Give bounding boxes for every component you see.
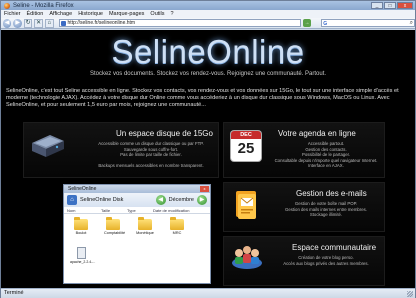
folder-label: Boulot	[75, 231, 87, 235]
panel-disk-title: Un espace disque de 15Go	[116, 129, 213, 138]
home-button[interactable]: ⌂	[44, 18, 54, 28]
menu-affichage[interactable]: Affichage	[49, 11, 72, 17]
browser-window: Seline - Mozilla Firefox _ □ x Fichier É…	[0, 0, 416, 298]
menu-bar: Fichier Édition Affichage Historique Mar…	[1, 10, 415, 18]
resize-grip-icon[interactable]	[407, 291, 413, 297]
folder-item[interactable]: Monétique	[136, 217, 154, 235]
window-title: Seline - Mozilla Firefox	[13, 2, 74, 9]
explorer-file-area: Boulot Comptabilité Monétique MRC apache…	[64, 214, 210, 283]
status-bar: Terminé	[1, 288, 415, 298]
stop-button[interactable]: ✕	[34, 18, 43, 28]
page-content: SelineOnline Stockez vos documents. Stoc…	[1, 30, 415, 288]
explorer-column-headers: Nom Taille Type Date de modification	[64, 207, 210, 214]
title-bar[interactable]: Seline - Mozilla Firefox _ □ x	[1, 1, 415, 10]
explorer-nav: ⌂ SelineOnline Disk ◀ Décembre ▶	[64, 193, 210, 207]
explorer-title-bar: SelineOnline x	[64, 185, 210, 193]
explorer-location: SelineOnline Disk	[80, 197, 124, 203]
status-text: Terminé	[4, 290, 24, 296]
maximize-button[interactable]: □	[384, 2, 396, 9]
window-controls: _ □ x	[371, 2, 413, 9]
explorer-window: SelineOnline x ⌂ SelineOnline Disk ◀ Déc…	[63, 184, 211, 284]
file-icon	[76, 247, 86, 259]
folder-label: Comptabilité	[104, 231, 126, 235]
next-month-button[interactable]: ▶	[197, 195, 207, 205]
file-item[interactable]: apache_2.2.4-...	[70, 247, 96, 264]
panel-disk: Un espace disque de 15Go Accessible comm…	[23, 122, 219, 178]
panel-disk-line: Accessible comme un disque dur classique…	[98, 141, 204, 146]
search-input[interactable]: G ⌕	[321, 19, 415, 27]
panel-community-desc: Création de votre blog perso. Accès aux …	[268, 255, 384, 266]
menu-fichier[interactable]: Fichier	[4, 11, 21, 17]
calendar-day: 25	[237, 140, 255, 157]
folder-icon	[74, 217, 88, 230]
menu-historique[interactable]: Historique	[78, 11, 103, 17]
community-icon	[232, 246, 262, 269]
url-text: http://seline.fr/selineonline.htm	[67, 20, 136, 26]
panel-agenda-desc: Accessible partout. Gestion des contacts…	[268, 141, 384, 169]
home-icon[interactable]: ⌂	[67, 195, 77, 205]
minimize-button[interactable]: _	[371, 2, 383, 9]
go-button[interactable]: →	[302, 19, 312, 27]
panel-agenda: DEC 25 Votre agenda en ligne Accessible …	[223, 122, 385, 178]
folder-label: Monétique	[136, 231, 154, 235]
menu-marque-pages[interactable]: Marque-pages	[109, 11, 144, 17]
menu-help[interactable]: ?	[170, 11, 173, 17]
panel-mail: Gestion des e-mails Gestion de votre boî…	[223, 182, 385, 232]
google-icon: G	[323, 21, 328, 27]
folder-item[interactable]: Boulot	[72, 217, 90, 235]
panel-disk-line: Backups mensuels accessibles en nombre t…	[98, 162, 204, 168]
panel-disk-desc: Accessible comme un disque dur classique…	[84, 141, 218, 168]
brand-title: SelineOnline	[111, 33, 305, 70]
panel-mail-title: Gestion des e-mails	[296, 189, 367, 198]
hard-drive-icon	[32, 135, 64, 157]
col-name[interactable]: Nom	[64, 207, 98, 213]
explorer-month: Décembre	[168, 197, 194, 203]
panel-agenda-title: Votre agenda en ligne	[278, 129, 356, 138]
file-label: apache_2.2.4-...	[70, 260, 96, 264]
firefox-logo-icon	[4, 2, 10, 9]
folder-icon	[170, 217, 184, 230]
explorer-close-button[interactable]: x	[200, 186, 209, 192]
folder-item[interactable]: MRC	[168, 217, 186, 235]
panel-community-title: Espace communautaire	[292, 243, 377, 252]
col-size[interactable]: Taille	[98, 207, 124, 213]
back-button[interactable]: ◀	[3, 18, 12, 28]
close-button[interactable]: x	[397, 2, 413, 9]
panel-agenda-line: Interface en AJAX.	[308, 163, 344, 169]
tagline: Stockez vos documents. Stockez vos rende…	[89, 71, 327, 77]
panel-community-line: Accès aux blogs privés des autres membre…	[283, 260, 369, 266]
navigation-toolbar: ◀ ▶ ↻ ✕ ⌂ http://seline.fr/selineonline.…	[1, 18, 415, 29]
intro-paragraph: SelineOnline, c'est tout Seline accessib…	[6, 88, 399, 108]
search-icon[interactable]: ⌕	[410, 20, 413, 27]
prev-month-button[interactable]: ◀	[155, 195, 166, 205]
menu-edition[interactable]: Édition	[27, 11, 44, 17]
folder-label: MRC	[172, 231, 182, 235]
calendar-month: DEC	[231, 131, 261, 139]
mail-folder-icon	[236, 191, 256, 219]
col-date[interactable]: Date de modification	[150, 207, 208, 213]
col-type[interactable]: Type	[124, 207, 150, 213]
panel-mail-desc: Gestion de votre boîte mail POP. Gestion…	[268, 201, 384, 218]
menu-outils[interactable]: Outils	[150, 11, 164, 17]
panel-community: Espace communautaire Création de votre b…	[223, 236, 385, 286]
folder-item[interactable]: Comptabilité	[104, 217, 126, 235]
explorer-title: SelineOnline	[68, 186, 97, 192]
favicon-icon	[60, 21, 66, 26]
calendar-icon: DEC 25	[231, 131, 261, 161]
reload-button[interactable]: ↻	[23, 18, 33, 28]
forward-button[interactable]: ▶	[13, 18, 22, 28]
folder-icon	[106, 217, 120, 230]
folder-icon	[138, 217, 152, 230]
url-bar[interactable]: http://seline.fr/selineonline.htm	[58, 19, 301, 27]
panel-mail-line: Stockage illimité.	[309, 212, 343, 218]
